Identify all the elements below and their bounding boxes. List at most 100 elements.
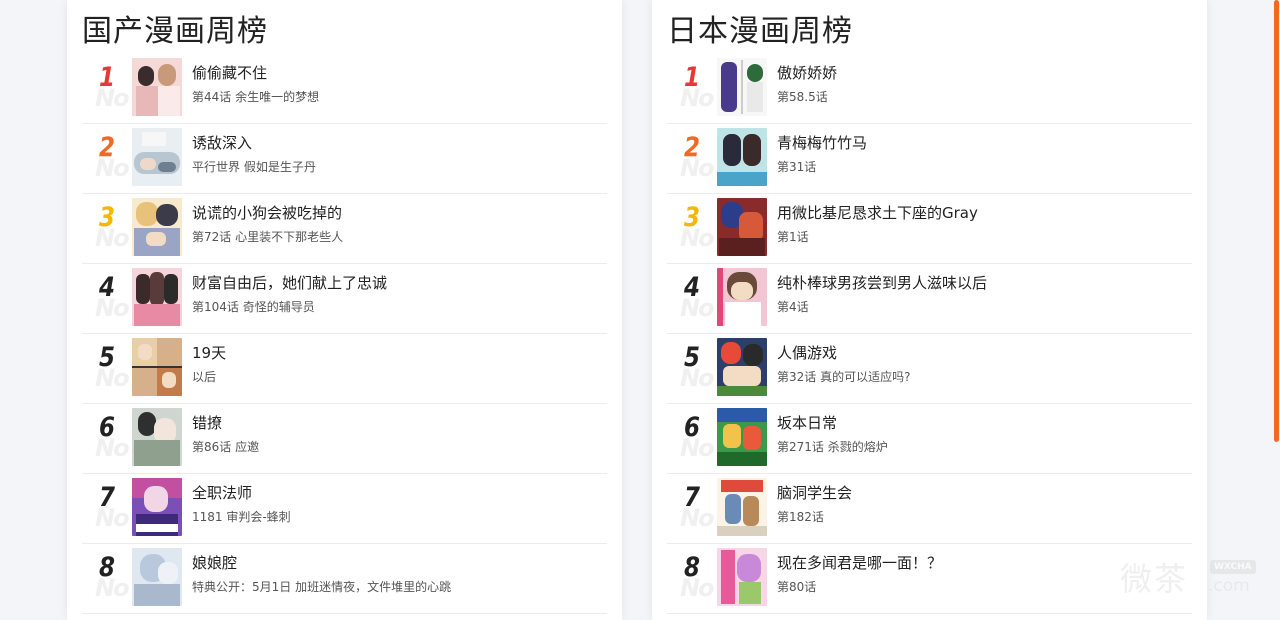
comic-title[interactable]: 19天 [192,343,226,363]
cover-thumbnail[interactable] [717,128,767,186]
comic-title[interactable]: 脑洞学生会 [777,483,852,503]
list-item[interactable]: No 7 全职法师 1181 审判会-蜂刺 [82,474,607,544]
cover-thumbnail[interactable] [132,268,182,326]
rank-badge: No 3 [680,202,715,252]
latest-chapter: 第72话 心里装不下那老些人 [192,230,344,244]
panel-title: 日本漫画周榜 [667,14,853,49]
rank-number: 3 [99,202,115,233]
rank-badge: No 3 [95,202,130,252]
cover-thumbnail[interactable] [717,478,767,536]
list-item[interactable]: No 5 19天 以后 [82,334,607,404]
comic-title[interactable]: 青梅梅竹竹马 [777,133,867,153]
latest-chapter: 1181 审判会-蜂刺 [192,510,291,524]
list-item[interactable]: No 4 纯朴棒球男孩尝到男人滋味以后 第4话 [667,264,1192,334]
latest-chapter: 第44话 余生唯一的梦想 [192,90,320,104]
cover-thumbnail[interactable] [717,268,767,326]
comic-title[interactable]: 用微比基尼恳求土下座的Gray [777,203,978,223]
rank-badge: No 5 [680,342,715,392]
ranking-list: No 1 傲娇娇娇 第58.5话 No 2 青梅梅竹竹马 第31话 No 3 用… [667,54,1192,614]
comic-title[interactable]: 娘娘腔 [192,553,237,573]
list-item[interactable]: No 3 用微比基尼恳求土下座的Gray 第1话 [667,194,1192,264]
japanese-manga-weekly-panel: 日本漫画周榜 No 1 傲娇娇娇 第58.5话 No 2 青梅梅竹竹马 第31话 [652,0,1207,620]
cover-thumbnail[interactable] [717,548,767,606]
rank-number: 4 [99,272,115,303]
list-item[interactable]: No 6 坂本日常 第271话 杀戮的熔炉 [667,404,1192,474]
rank-badge: No 4 [95,272,130,322]
cover-thumbnail[interactable] [717,198,767,256]
list-item[interactable]: No 4 财富自由后，她们献上了忠诚 第104话 奇怪的辅导员 [82,264,607,334]
cover-thumbnail[interactable] [132,198,182,256]
rank-badge: No 7 [95,482,130,532]
rank-badge: No 8 [95,552,130,602]
ranking-list: No 1 偷偷藏不住 第44话 余生唯一的梦想 No 2 诱敌深入 平行世界 假… [82,54,607,614]
comic-title[interactable]: 人偶游戏 [777,343,837,363]
rank-badge: No 6 [95,412,130,462]
comic-title[interactable]: 现在多闻君是哪一面！？ [777,553,942,573]
cover-thumbnail[interactable] [717,58,767,116]
latest-chapter: 第32话 真的可以适应吗? [777,370,911,384]
rank-badge: No 7 [680,482,715,532]
watermark-badge: WXCHA [1210,560,1256,574]
comic-title[interactable]: 纯朴棒球男孩尝到男人滋味以后 [777,273,987,293]
cover-thumbnail[interactable] [132,58,182,116]
latest-chapter: 以后 [192,370,217,384]
rank-badge: No 8 [680,552,715,602]
cover-thumbnail[interactable] [132,408,182,466]
latest-chapter: 第4话 [777,300,809,314]
list-item[interactable]: No 8 现在多闻君是哪一面！？ 第80话 [667,544,1192,614]
rank-number: 3 [684,202,700,233]
latest-chapter: 第86话 应邀 [192,440,260,454]
domestic-manga-weekly-panel: 国产漫画周榜 No 1 偷偷藏不住 第44话 余生唯一的梦想 No 2 诱敌深入… [67,0,622,620]
rank-number: 7 [99,482,115,513]
comic-title[interactable]: 错撩 [192,413,222,433]
panel-title: 国产漫画周榜 [82,14,268,49]
comic-title[interactable]: 说谎的小狗会被吃掉的 [192,203,342,223]
rank-number: 1 [684,62,700,93]
comic-title[interactable]: 财富自由后，她们献上了忠诚 [192,273,387,293]
latest-chapter: 第104话 奇怪的辅导员 [192,300,315,314]
rank-number: 2 [684,132,700,163]
cover-thumbnail[interactable] [717,408,767,466]
cover-thumbnail[interactable] [132,548,182,606]
rank-number: 1 [99,62,115,93]
rank-number: 8 [99,552,115,583]
cover-thumbnail[interactable] [132,128,182,186]
latest-chapter: 第182话 [777,510,824,524]
rank-number: 4 [684,272,700,303]
rank-number: 7 [684,482,700,513]
list-item[interactable]: No 6 错撩 第86话 应邀 [82,404,607,474]
rank-badge: No 1 [95,62,130,112]
cover-thumbnail[interactable] [132,478,182,536]
comic-title[interactable]: 全职法师 [192,483,252,503]
latest-chapter: 第271话 杀戮的熔炉 [777,440,888,454]
list-item[interactable]: No 7 脑洞学生会 第182话 [667,474,1192,544]
latest-chapter: 第31话 [777,160,817,174]
rank-badge: No 1 [680,62,715,112]
list-item[interactable]: No 2 青梅梅竹竹马 第31话 [667,124,1192,194]
page-scrollbar[interactable] [1272,0,1280,620]
scrollbar-thumb[interactable] [1274,0,1279,442]
rank-badge: No 4 [680,272,715,322]
rank-number: 2 [99,132,115,163]
comic-title[interactable]: 诱敌深入 [192,133,252,153]
list-item[interactable]: No 8 娘娘腔 特典公开：5月1日 加班迷情夜，文件堆里的心跳 [82,544,607,614]
list-item[interactable]: No 2 诱敌深入 平行世界 假如是生子丹 [82,124,607,194]
rank-number: 8 [684,552,700,583]
list-item[interactable]: No 5 人偶游戏 第32话 真的可以适应吗? [667,334,1192,404]
list-item[interactable]: No 3 说谎的小狗会被吃掉的 第72话 心里装不下那老些人 [82,194,607,264]
watermark-domain: .com [1208,576,1250,596]
rank-number: 6 [99,412,115,443]
comic-title[interactable]: 偷偷藏不住 [192,63,267,83]
list-item[interactable]: No 1 偷偷藏不住 第44话 余生唯一的梦想 [82,54,607,124]
rank-number: 6 [684,412,700,443]
latest-chapter: 第1话 [777,230,809,244]
comic-title[interactable]: 坂本日常 [777,413,837,433]
list-item[interactable]: No 1 傲娇娇娇 第58.5话 [667,54,1192,124]
latest-chapter: 第58.5话 [777,90,828,104]
latest-chapter: 第80话 [777,580,817,594]
comic-title[interactable]: 傲娇娇娇 [777,63,837,83]
cover-thumbnail[interactable] [717,338,767,396]
latest-chapter: 特典公开：5月1日 加班迷情夜，文件堆里的心跳 [192,580,452,594]
latest-chapter: 平行世界 假如是生子丹 [192,160,316,174]
cover-thumbnail[interactable] [132,338,182,396]
